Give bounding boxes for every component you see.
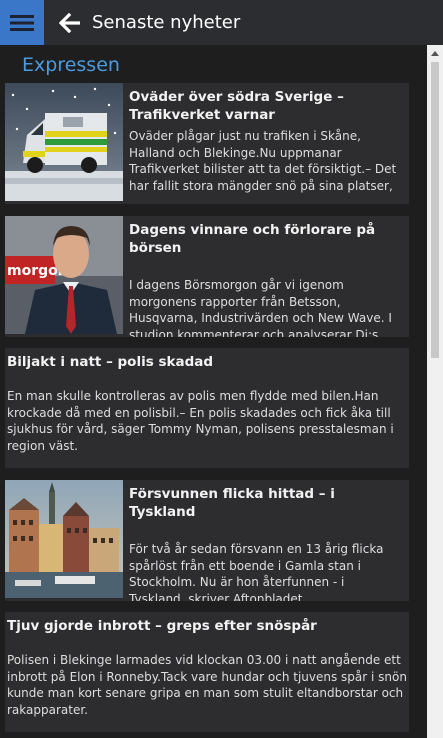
article-summary: En man skulle kontrolleras av polis men …: [7, 389, 394, 453]
ambulance-image: [5, 83, 123, 201]
article-summary: I dagens Börsmorgon går vi igenom morgon…: [129, 278, 392, 337]
news-card[interactable]: Biljakt i natt – polis skadad En man sku…: [5, 348, 409, 468]
back-button[interactable]: [50, 0, 90, 45]
article-summary: Oväder plågar just nu trafiken i Skåne, …: [129, 129, 397, 193]
article-title[interactable]: Försvunnen flicka hittad – i Tyskland: [129, 485, 403, 521]
scroll-up-button[interactable]: [427, 45, 443, 61]
vertical-scrollbar[interactable]: [427, 45, 443, 738]
article-title[interactable]: Dagens vinnare och förlorare på börsen: [129, 221, 403, 257]
article-summary: Polisen i Blekinge larmades vid klockan …: [7, 653, 407, 717]
article-summary: För två år sedan försvann en 13 årig fli…: [129, 542, 384, 601]
article-title[interactable]: Oväder över södra Sverige – Trafikverket…: [129, 88, 403, 124]
news-card[interactable]: Försvunnen flicka hittad – i Tyskland Fö…: [5, 480, 409, 601]
presenter-image: morgon: [5, 216, 123, 334]
scroll-thumb[interactable]: [431, 62, 439, 358]
news-card[interactable]: morgon Dagens vinnare och förlorare på b…: [5, 216, 409, 337]
page-title: Senaste nyheter: [92, 12, 241, 33]
news-card[interactable]: Oväder över södra Sverige – Trafikverket…: [5, 83, 409, 204]
chevron-up-icon: [431, 51, 439, 56]
article-title[interactable]: Tjuv gjorde inbrott – greps efter snöspå…: [7, 617, 407, 635]
section-title: Expressen: [22, 54, 120, 76]
city-image: [5, 480, 123, 598]
menu-button[interactable]: [0, 0, 44, 45]
news-card[interactable]: Tjuv gjorde inbrott – greps efter snöspå…: [5, 612, 409, 732]
news-feed[interactable]: Expressen Oväder över södra Sverige – Tr…: [0, 45, 443, 738]
app-header: Senaste nyheter: [0, 0, 443, 45]
article-title[interactable]: Biljakt i natt – polis skadad: [7, 353, 407, 371]
back-arrow-icon: [59, 12, 80, 33]
hamburger-menu-icon: [10, 14, 34, 31]
